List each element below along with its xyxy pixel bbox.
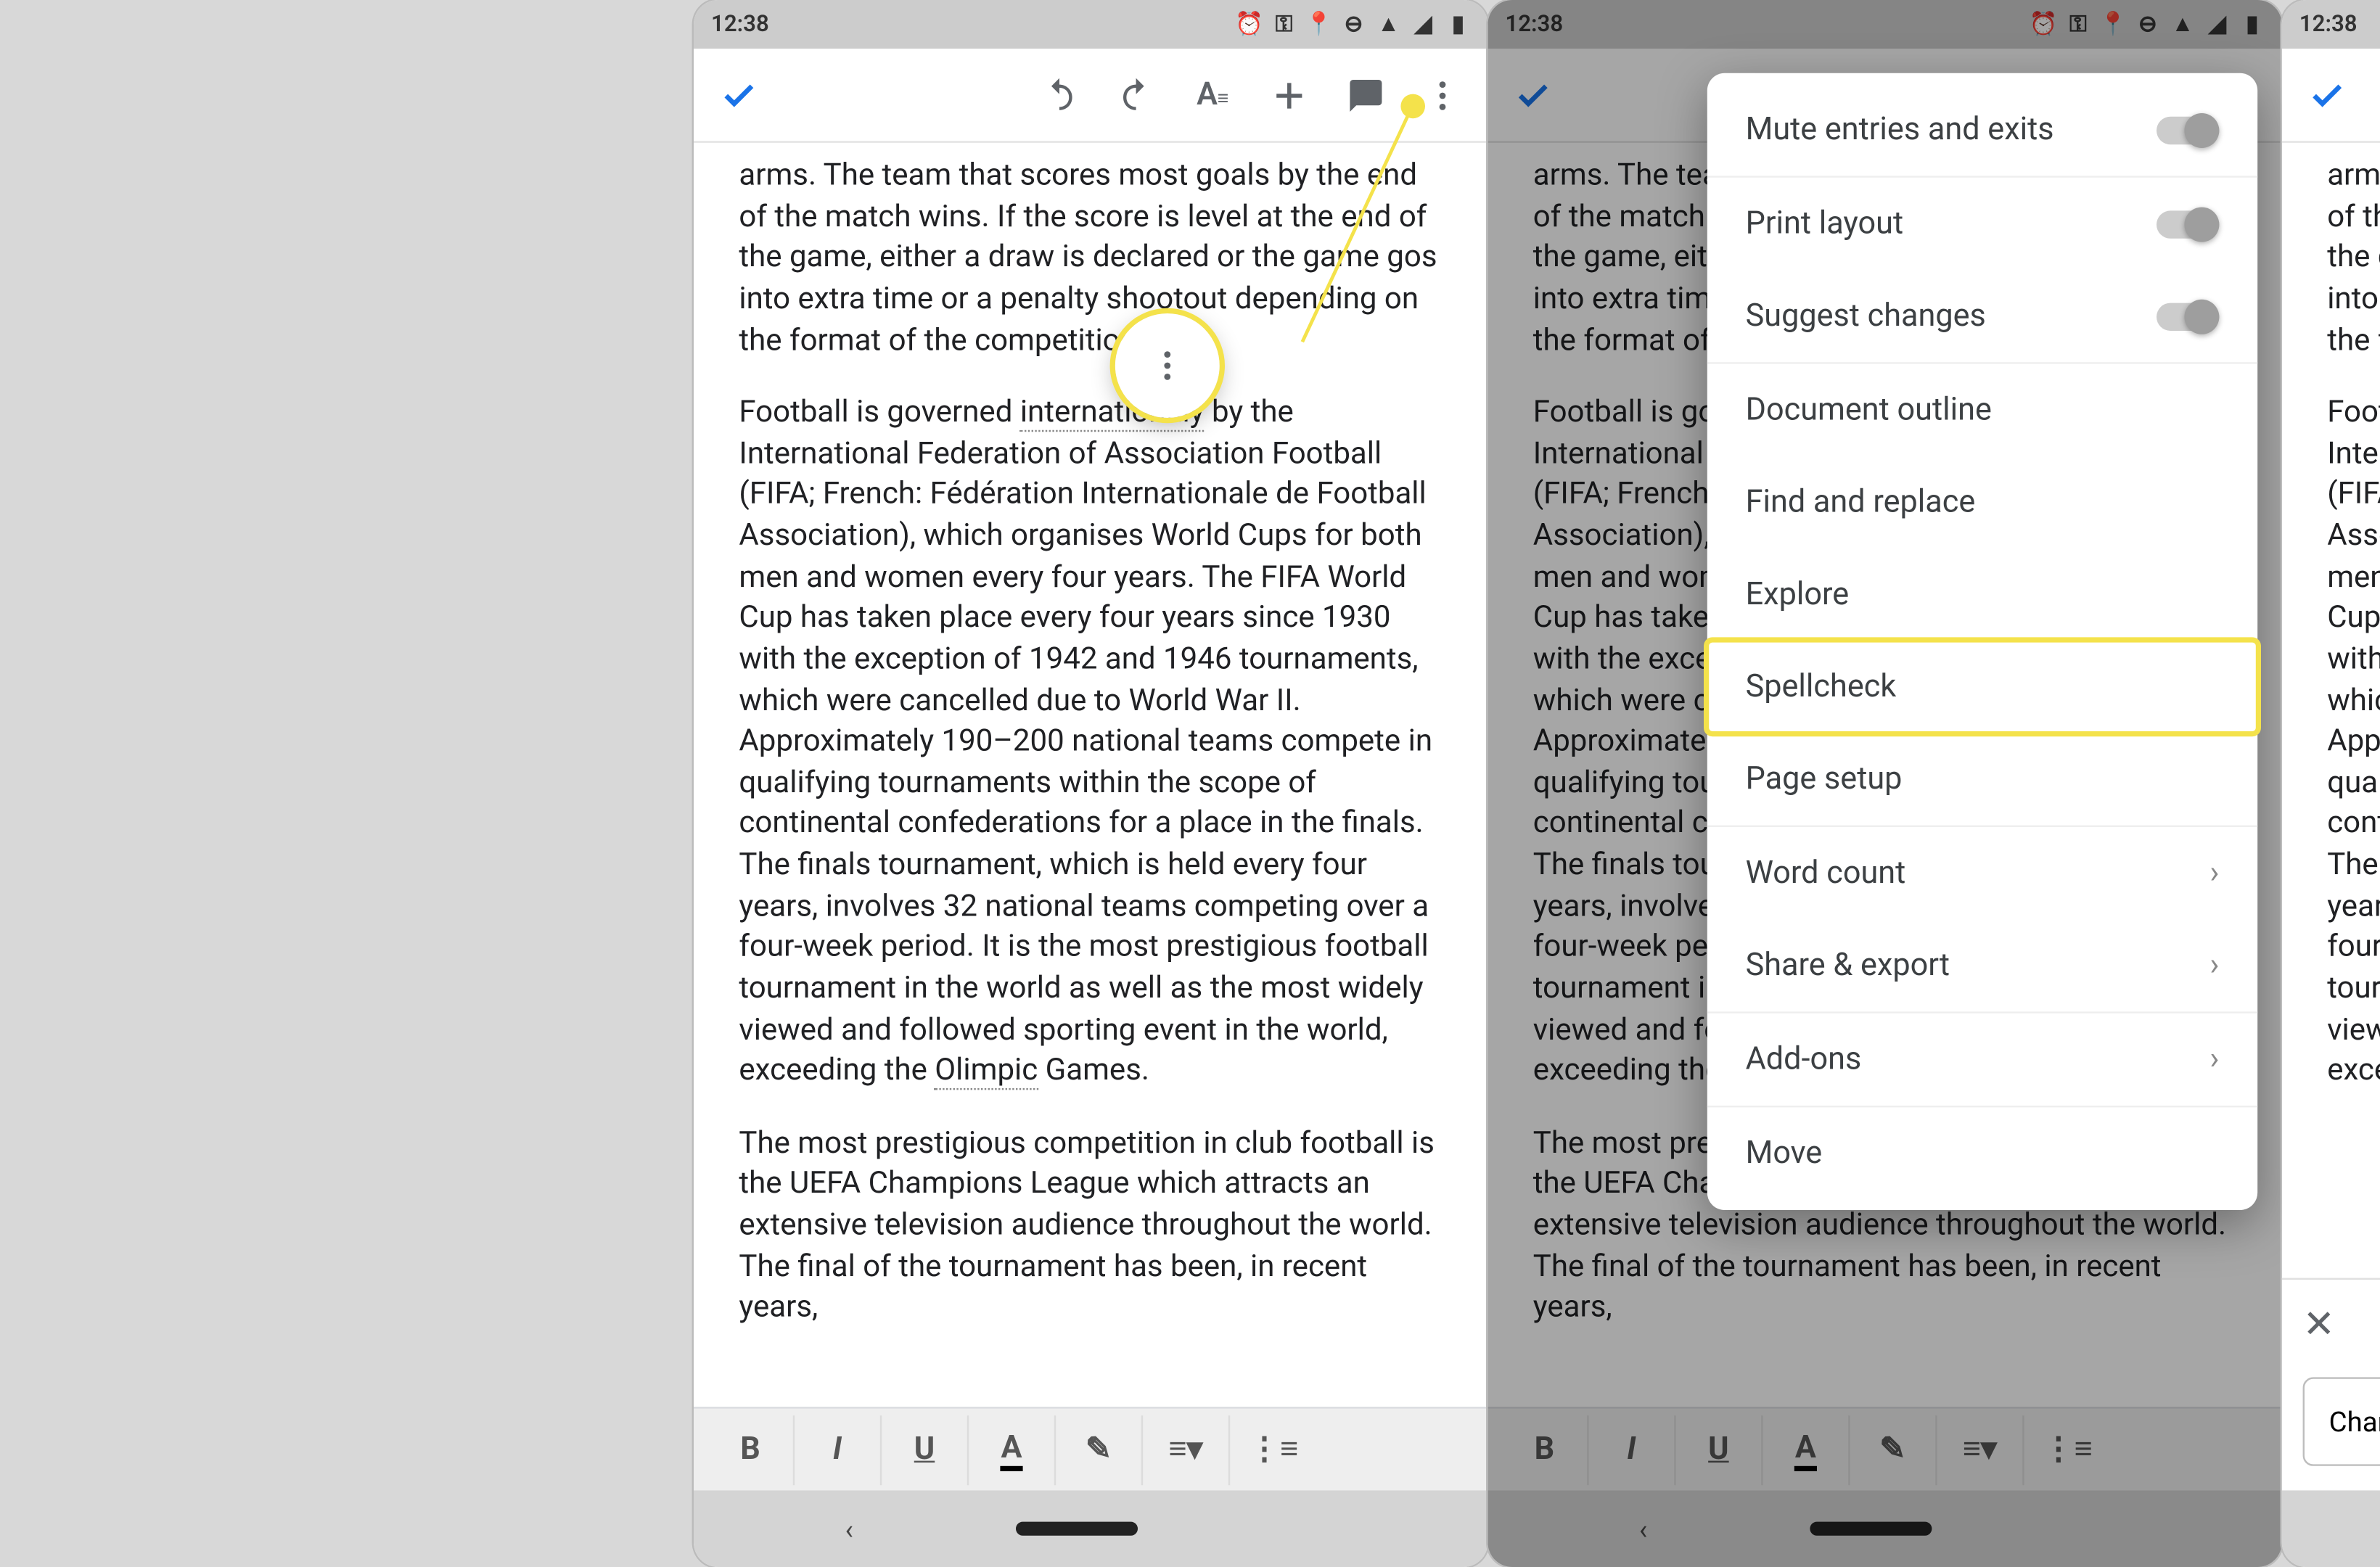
spelling-error-olimpic[interactable]: Olimpic [935, 1053, 1038, 1090]
home-pill[interactable] [1017, 1522, 1138, 1536]
vpn-key-icon: ⚿ [2066, 12, 2090, 37]
menu-move[interactable]: Move [1707, 1107, 2257, 1199]
text-color-button[interactable]: A [1763, 1415, 1850, 1484]
align-button[interactable]: ≡▾ [1143, 1415, 1230, 1484]
vpn-key-icon: ⚿ [1272, 12, 1297, 37]
undo-icon[interactable] [1025, 60, 1094, 130]
status-time: 12:38 [1505, 12, 1563, 38]
underline-button[interactable]: U [1676, 1415, 1763, 1484]
screen-3-spellcheck: 12:38 ⏰ ⚿ 📍 ⊖ ▲ ◢ ▮ A≡ arms. The team th… [2282, 0, 2380, 1567]
menu-mute-entries[interactable]: Mute entries and exits [1707, 83, 2257, 178]
done-checkmark-icon[interactable] [2292, 60, 2362, 130]
italic-button[interactable]: I [795, 1415, 882, 1484]
paragraph-1[interactable]: arms. The team that scores most goals by… [739, 157, 1443, 363]
location-icon: 📍 [2101, 12, 2125, 37]
text-color-button[interactable]: A [969, 1415, 1056, 1484]
editor-toolbar: A≡ [694, 49, 1488, 143]
done-checkmark-icon[interactable] [704, 60, 774, 130]
overflow-menu: Mute entries and exits Print layout Sugg… [1707, 73, 2257, 1210]
editor-toolbar: A≡ [2282, 49, 2380, 143]
menu-word-count[interactable]: Word count› [1707, 827, 2257, 919]
system-nav-bar: ‹ [1488, 1490, 2281, 1567]
chevron-right-icon: › [2209, 947, 2219, 984]
status-time: 12:38 [2299, 12, 2358, 38]
signal-icon: ◢ [1411, 12, 1436, 37]
toggle-switch-icon[interactable] [2157, 210, 2219, 237]
suggestion-dropdown[interactable]: Change internationaly to internationally… [2303, 1377, 2380, 1465]
screen-1-editor: 12:38 ⏰ ⚿ 📍 ⊖ ▲ ◢ ▮ A≡ arms. The team th… [694, 0, 1488, 1567]
chevron-right-icon: › [2209, 855, 2219, 891]
signal-icon: ◢ [2205, 12, 2230, 37]
menu-find-replace[interactable]: Find and replace [1707, 456, 2257, 548]
document-body[interactable]: arms. The team that scores most goals by… [2282, 143, 2380, 1278]
bold-button[interactable]: B [1502, 1415, 1589, 1484]
redo-icon[interactable] [1101, 60, 1171, 130]
toggle-switch-icon[interactable] [2157, 302, 2219, 329]
done-checkmark-icon[interactable] [1498, 60, 1568, 130]
italic-button[interactable]: I [1589, 1415, 1676, 1484]
suggestion-legend: Change internationaly to [2329, 1405, 2380, 1439]
system-nav-bar: ‹ [2282, 1490, 2380, 1567]
highlight-button[interactable]: ✎ [1056, 1415, 1143, 1484]
comment-icon[interactable] [1331, 60, 1400, 130]
spellcheck-panel: ✕ Change Ignore ⋮ Change internationaly … [2282, 1278, 2380, 1491]
menu-suggest-changes[interactable]: Suggest changes [1707, 270, 2257, 364]
system-nav-bar: ‹ [694, 1490, 1488, 1567]
menu-page-setup[interactable]: Page setup [1707, 733, 2257, 827]
home-pill[interactable] [1810, 1522, 1932, 1536]
dnd-icon: ⊖ [1342, 12, 1366, 37]
callout-origin-dot [1400, 94, 1425, 119]
document-body[interactable]: arms. The team that scores most goals by… [694, 143, 1488, 1407]
wifi-icon: ▲ [1376, 12, 1401, 37]
battery-icon: ▮ [2240, 12, 2265, 37]
menu-share-export[interactable]: Share & export› [1707, 919, 2257, 1013]
text-format-icon[interactable]: A≡ [1178, 60, 1247, 130]
status-bar: 12:38 ⏰ ⚿ 📍 ⊖ ▲ ◢ ▮ [2282, 0, 2380, 49]
format-bar: B I U A ✎ ≡▾ ⋮≡ [694, 1407, 1488, 1490]
menu-spellcheck[interactable]: Spellcheck [1707, 641, 2257, 733]
format-bar: B I U A ✎ ≡▾ ⋮≡ [1488, 1407, 2281, 1490]
location-icon: 📍 [1307, 12, 1331, 37]
status-time: 12:38 [711, 12, 769, 38]
alarm-icon: ⏰ [2031, 12, 2056, 37]
menu-document-outline[interactable]: Document outline [1707, 364, 2257, 456]
bold-button[interactable]: B [707, 1415, 795, 1484]
back-icon[interactable]: ‹ [845, 1512, 853, 1545]
status-bar: 12:38 ⏰ ⚿ 📍 ⊖ ▲ ◢ ▮ [694, 0, 1488, 49]
dnd-icon: ⊖ [2135, 12, 2160, 37]
menu-print-layout[interactable]: Print layout [1707, 178, 2257, 270]
align-button[interactable]: ≡▾ [1937, 1415, 2024, 1484]
chevron-right-icon: › [2209, 1041, 2219, 1077]
highlight-button[interactable]: ✎ [1850, 1415, 1937, 1484]
paragraph-1[interactable]: arms. The team that scores most goals by… [2327, 157, 2380, 363]
close-icon[interactable]: ✕ [2303, 1303, 2335, 1346]
paragraph-3[interactable]: The most prestigious competition in club… [739, 1124, 1443, 1330]
back-icon[interactable]: ‹ [1639, 1512, 1648, 1545]
list-button[interactable]: ⋮≡ [1230, 1415, 1317, 1484]
paragraph-2[interactable]: Football is governed internationaly by t… [2327, 394, 2380, 1093]
paragraph-2[interactable]: Football is governed internationaly by t… [739, 394, 1443, 1093]
alarm-icon: ⏰ [1237, 12, 1262, 37]
status-bar: 12:38 ⏰ ⚿ 📍 ⊖ ▲ ◢ ▮ [1488, 0, 2281, 49]
insert-icon[interactable] [1255, 60, 1324, 130]
underline-button[interactable]: U [882, 1415, 969, 1484]
screen-2-overflow-menu: 12:38 ⏰ ⚿ 📍 ⊖ ▲ ◢ ▮ ↶ ↷ A≡ ＋ ▭ ⋮ arms. T… [1488, 0, 2281, 1567]
wifi-icon: ▲ [2170, 12, 2195, 37]
list-button[interactable]: ⋮≡ [2024, 1415, 2112, 1484]
callout-more-menu-highlight [1115, 313, 1220, 418]
menu-addons[interactable]: Add-ons› [1707, 1013, 2257, 1108]
battery-icon: ▮ [1446, 12, 1471, 37]
toggle-switch-icon[interactable] [2157, 116, 2219, 144]
menu-explore[interactable]: Explore [1707, 548, 2257, 641]
